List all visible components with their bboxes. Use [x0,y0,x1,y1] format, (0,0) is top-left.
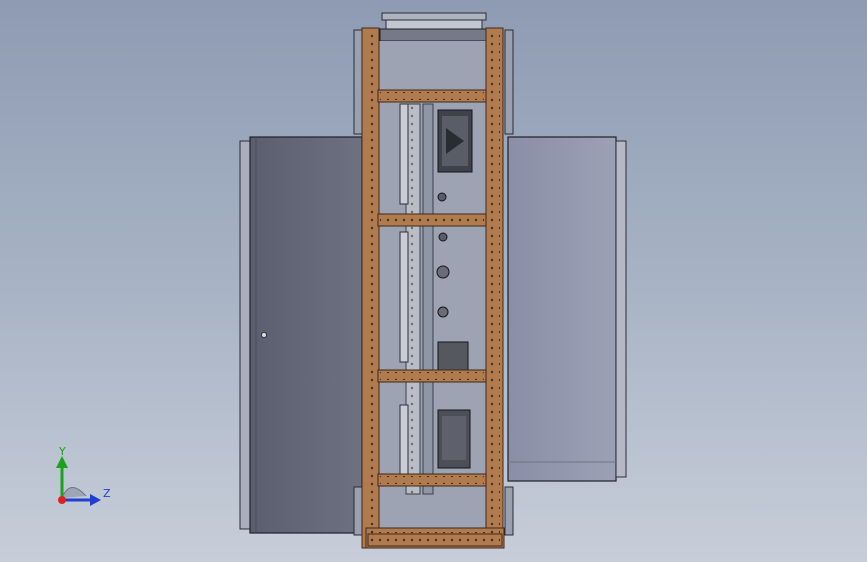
cabinet-model[interactable]: Y Z [0,0,867,562]
right-side-panel[interactable] [507,136,627,482]
door-handle-icon [260,331,267,338]
z-axis-label: Z [103,487,111,500]
origin-dot [58,496,66,504]
top-plate [379,12,489,42]
fan-unit-top [437,109,473,173]
contactor-unit [437,341,469,371]
din-rail [405,103,434,495]
cad-viewport[interactable]: Y Z [0,0,867,562]
left-door-panel[interactable] [239,136,363,534]
y-axis-label: Y [58,445,66,458]
axis-triad-icon[interactable]: Y Z [56,445,111,506]
